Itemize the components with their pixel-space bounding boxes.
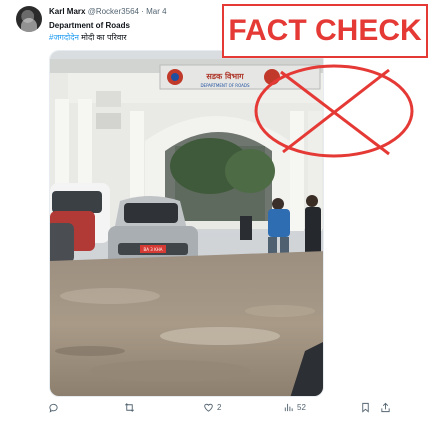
reply-button[interactable]	[48, 402, 62, 413]
fact-check-overlay: FACT CHECK	[222, 4, 428, 58]
views-icon	[284, 403, 293, 412]
share-icon	[381, 402, 390, 413]
sign-text: सडक विभाग	[205, 71, 244, 81]
bookmark-icon	[362, 402, 369, 413]
sign-subtext: DEPARTMENT OF ROADS	[200, 83, 250, 88]
views-button[interactable]: 52	[283, 402, 306, 413]
tweet-card[interactable]: Karl Marx @Rocker3564 · Mar 4 ··· Depart…	[0, 0, 428, 426]
retweet-button[interactable]	[124, 402, 138, 413]
bookmark-button[interactable]	[360, 402, 371, 413]
retweet-icon	[125, 403, 134, 412]
author-name[interactable]: Karl Marx	[49, 7, 85, 16]
reply-icon	[49, 403, 58, 413]
license-plate: BA 3 KHA	[144, 247, 163, 252]
tweet-text-rest: मोदी का परिवार	[78, 33, 127, 42]
tweet-actions: 2 52	[0, 402, 428, 420]
like-button[interactable]: 2	[203, 402, 221, 413]
red-cross-mark-icon	[254, 64, 414, 158]
fact-check-label: FACT CHECK	[228, 14, 422, 47]
author-handle[interactable]: @Rocker3564	[88, 7, 139, 16]
tweet-text-line2: #जगदोदेन मोदी का परिवार	[49, 32, 127, 43]
avatar[interactable]	[16, 6, 42, 32]
heart-icon	[204, 403, 213, 412]
views-count: 52	[297, 403, 306, 412]
like-count: 2	[217, 403, 222, 412]
tweet-date[interactable]: Mar 4	[146, 7, 166, 16]
hashtag-link[interactable]: #जगदोदेन	[49, 33, 79, 42]
separator-dot: ·	[141, 7, 144, 16]
share-button[interactable]	[380, 402, 391, 413]
tweet-text-line1: Department of Roads	[49, 21, 130, 30]
tweet-header: Karl Marx @Rocker3564 · Mar 4	[49, 6, 167, 17]
